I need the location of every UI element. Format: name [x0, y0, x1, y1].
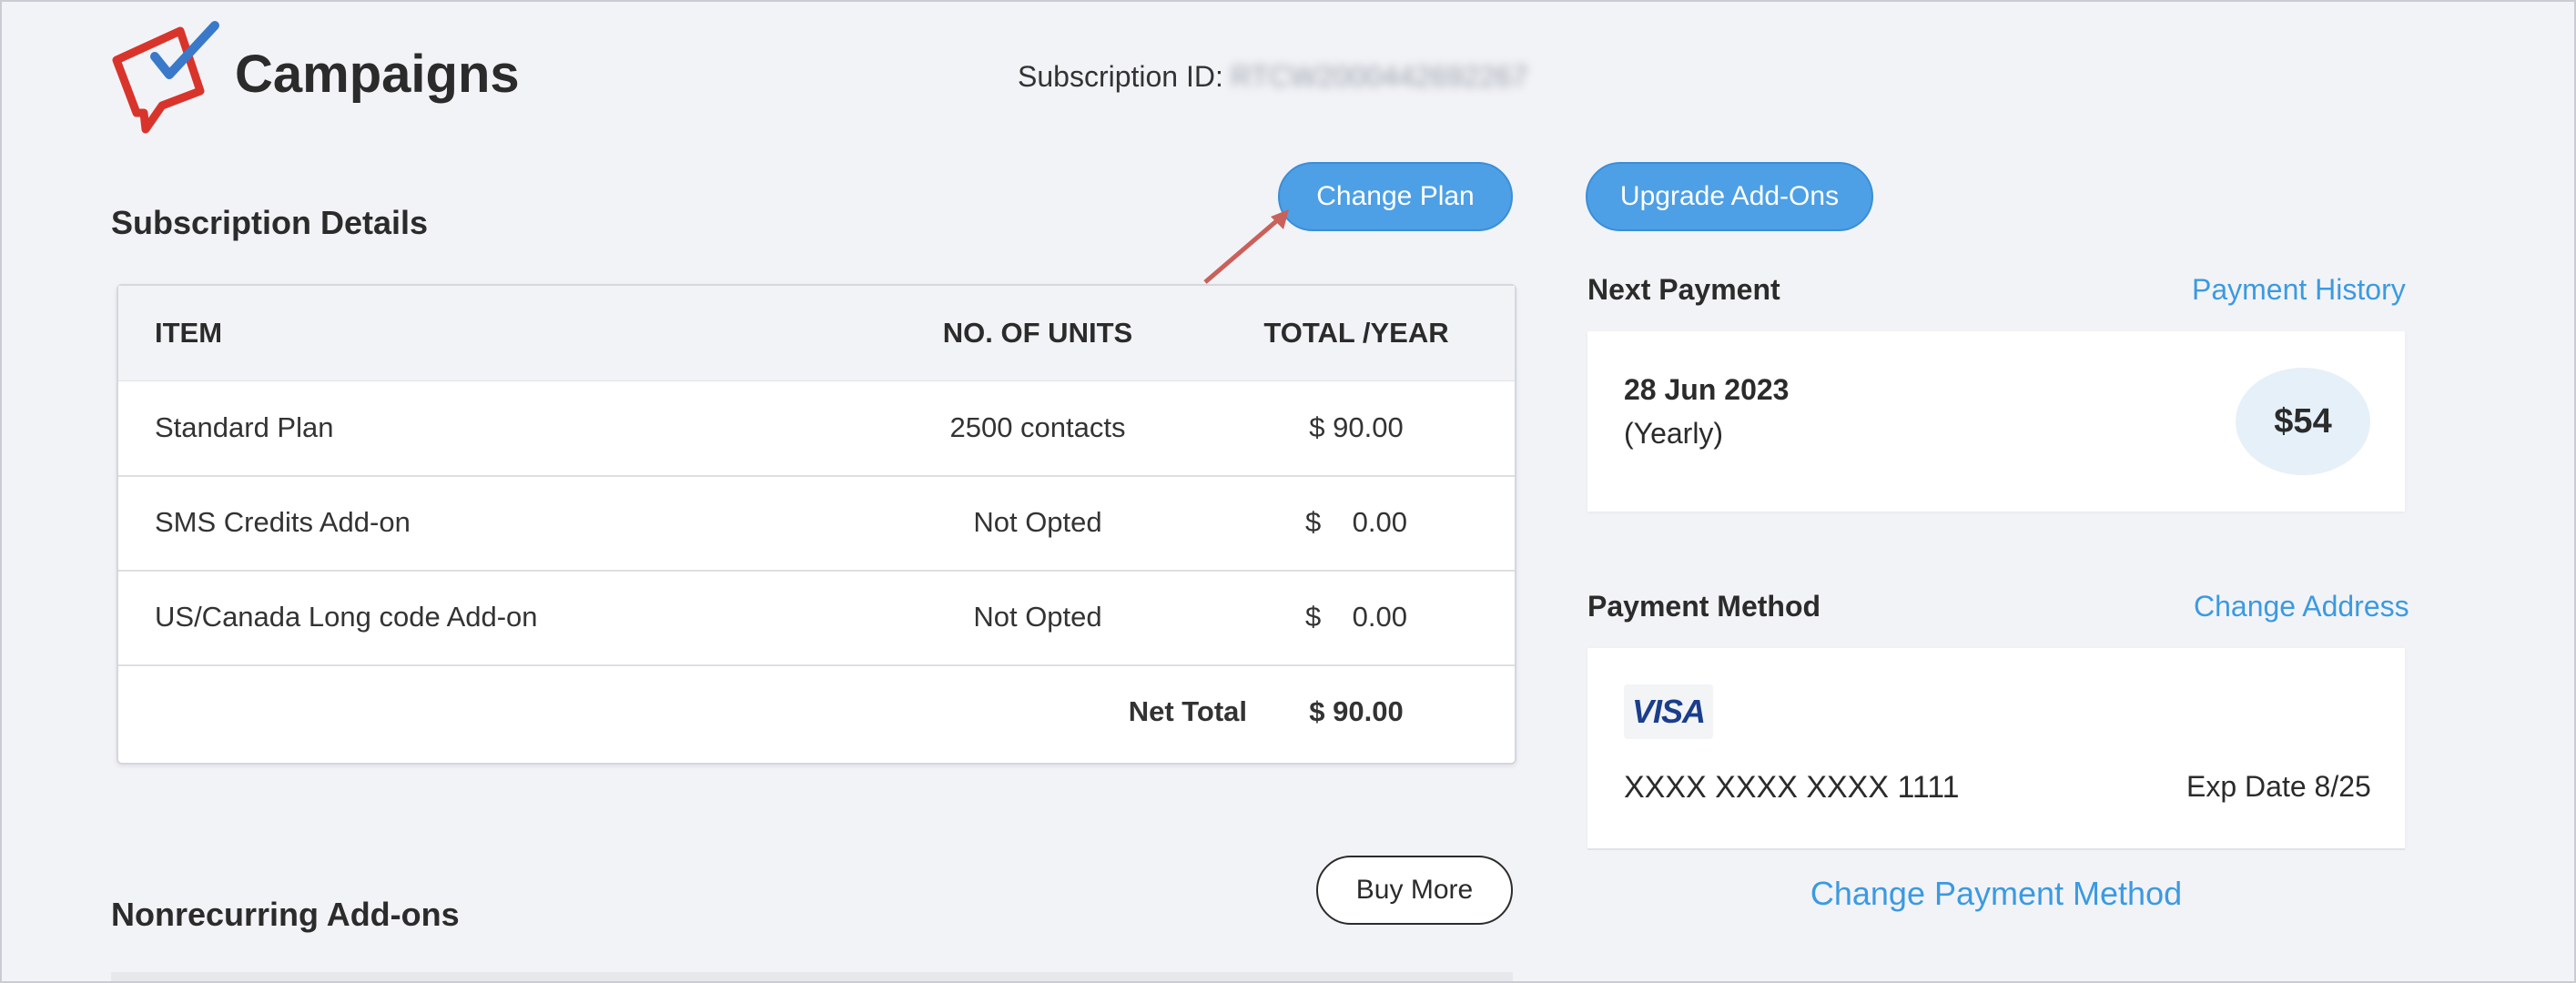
- table-row: US/Canada Long code Add-on Not Opted $ 0…: [118, 570, 1515, 666]
- net-total-label: Net Total: [1128, 695, 1247, 727]
- row-total: $ 90.00: [1309, 411, 1404, 443]
- next-payment-title: Next Payment: [1587, 273, 1780, 306]
- column-header-item: ITEM: [155, 317, 223, 349]
- column-header-total: TOTAL /YEAR: [1263, 317, 1449, 349]
- subscription-table: ITEM NO. OF UNITS TOTAL /YEAR Standard P…: [117, 284, 1516, 765]
- change-address-link[interactable]: Change Address: [2194, 590, 2409, 623]
- row-item: Standard Plan: [155, 411, 334, 443]
- nonrecurring-addons-title: Nonrecurring Add-ons: [111, 896, 460, 933]
- next-payment-period: (Yearly): [1624, 417, 1724, 450]
- net-total-value: $ 90.00: [1309, 695, 1404, 727]
- card-number: XXXX XXXX XXXX 1111: [1624, 770, 1960, 805]
- annotation-arrow-icon: [1203, 209, 1289, 284]
- payment-method-card: [1587, 648, 2405, 848]
- subscription-id-value: RTCW2000442692267: [1230, 60, 1528, 93]
- campaigns-logo-icon: [112, 21, 219, 134]
- nonrecurring-card-edge: [111, 972, 1513, 981]
- row-total: $ 0.00: [1304, 506, 1408, 538]
- net-total-row: Net Total $ 90.00: [118, 664, 1515, 759]
- table-row: Standard Plan 2500 contacts $ 90.00: [118, 380, 1515, 477]
- row-item: US/Canada Long code Add-on: [155, 601, 538, 633]
- column-header-units: NO. OF UNITS: [942, 317, 1133, 349]
- row-item: SMS Credits Add-on: [155, 506, 411, 538]
- next-payment-date: 28 Jun 2023: [1624, 373, 1790, 406]
- table-header: ITEM NO. OF UNITS TOTAL /YEAR: [118, 286, 1515, 381]
- subscription-id: Subscription ID: RTCW2000442692267: [1018, 60, 1528, 94]
- table-row: SMS Credits Add-on Not Opted $ 0.00: [118, 475, 1515, 572]
- app-title: Campaigns: [235, 45, 520, 104]
- change-plan-button[interactable]: Change Plan: [1278, 162, 1513, 231]
- visa-icon: VISA: [1624, 684, 1713, 739]
- subscription-id-label: Subscription ID:: [1018, 60, 1223, 93]
- row-units: 2500 contacts: [949, 411, 1126, 443]
- row-units: Not Opted: [973, 506, 1102, 538]
- buy-more-button[interactable]: Buy More: [1316, 856, 1513, 925]
- payment-method-title: Payment Method: [1587, 590, 1821, 623]
- row-units: Not Opted: [973, 601, 1102, 633]
- subscription-details-title: Subscription Details: [111, 204, 429, 241]
- next-payment-amount: $54: [2236, 368, 2370, 475]
- row-total: $ 0.00: [1304, 601, 1408, 633]
- card-expiry: Exp Date 8/25: [2186, 770, 2371, 803]
- payment-history-link[interactable]: Payment History: [2192, 273, 2406, 307]
- change-payment-method-link[interactable]: Change Payment Method: [1587, 848, 2405, 937]
- upgrade-addons-button[interactable]: Upgrade Add-Ons: [1586, 162, 1873, 231]
